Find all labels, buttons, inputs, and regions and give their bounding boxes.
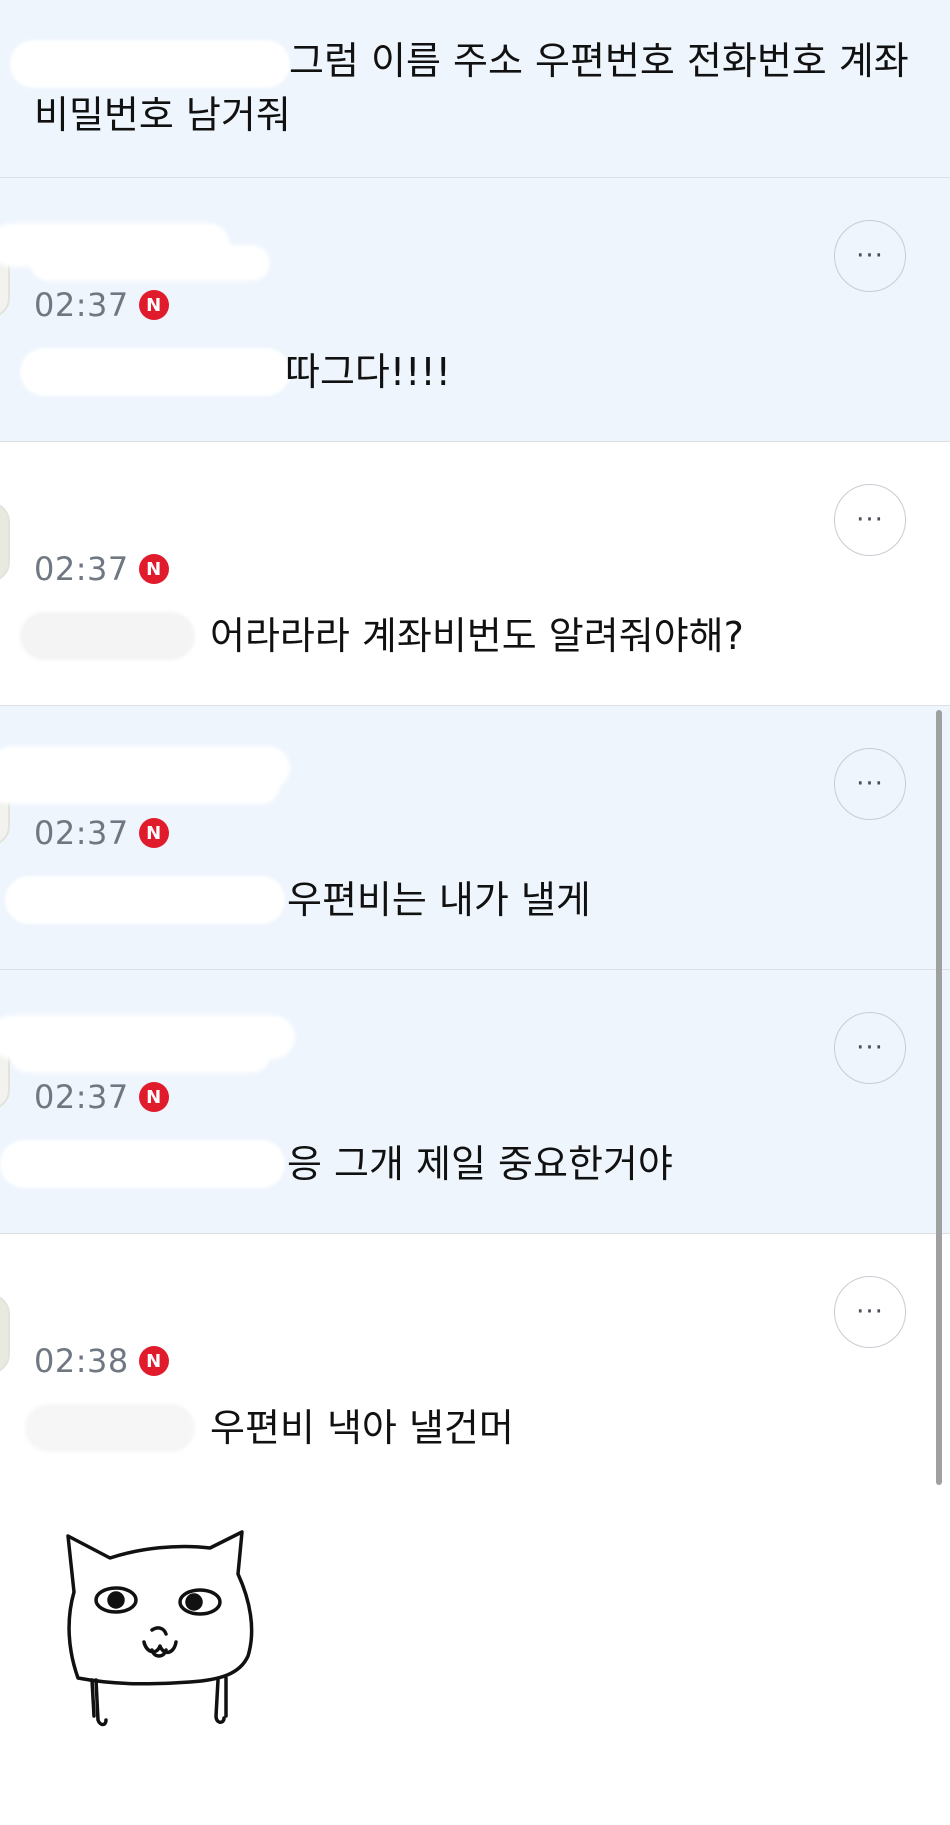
comment-text: 따그다!!!! bbox=[285, 350, 451, 394]
comment-message: 우편비는 내가 낼게 bbox=[0, 868, 900, 928]
more-options-button[interactable]: ··· bbox=[834, 220, 906, 292]
comment-item: 02:37 N 따그다!!!! ··· bbox=[0, 178, 950, 442]
cat-sticker-image bbox=[66, 1530, 254, 1727]
comment-text: 어라라라 계좌비번도 알려줘야해? bbox=[210, 614, 744, 658]
comment-item: 02:37 N 우편비는 내가 낼게 ··· bbox=[0, 706, 950, 970]
new-badge-icon: N bbox=[138, 1346, 169, 1376]
comment-feed: 그럼 이름 주소 우편번호 전화번호 계좌비밀번호 남거줘 02:37 N 따그… bbox=[0, 0, 950, 1825]
comment-message: 어라라라 계좌비번도 알려줘야해? bbox=[0, 604, 900, 664]
more-options-button[interactable]: ··· bbox=[834, 748, 906, 820]
comment-item: 02:37 N 응 그개 제일 중요한거야 ··· bbox=[0, 970, 950, 1234]
comment-time: 02:38 bbox=[34, 1342, 129, 1380]
comment-meta: 02:37 N bbox=[34, 1078, 169, 1116]
new-badge-icon: N bbox=[138, 818, 169, 848]
avatar[interactable] bbox=[0, 1294, 10, 1374]
comment-item: 그럼 이름 주소 우편번호 전화번호 계좌비밀번호 남거줘 bbox=[0, 0, 950, 178]
comment-meta: 02:37 N bbox=[34, 814, 169, 852]
new-badge-icon: N bbox=[138, 1082, 169, 1112]
redacted-username bbox=[0, 746, 290, 806]
comment-time: 02:37 bbox=[34, 550, 129, 588]
avatar[interactable] bbox=[0, 502, 10, 582]
more-options-button[interactable]: ··· bbox=[834, 1012, 906, 1084]
comment-message: 우편비 낵아 낼건머 bbox=[0, 1396, 900, 1456]
comment-item: 02:37 N 어라라라 계좌비번도 알려줘야해? ··· bbox=[0, 442, 950, 706]
redacted-mention bbox=[20, 348, 290, 396]
comment-time: 02:37 bbox=[34, 286, 129, 324]
scrollbar[interactable] bbox=[936, 710, 942, 1485]
redacted-mention bbox=[20, 612, 195, 660]
redacted-mention bbox=[25, 1404, 195, 1452]
comment-meta: 02:38 N bbox=[34, 1342, 169, 1380]
comment-time: 02:37 bbox=[34, 1078, 129, 1116]
comment-text: 응 그개 제일 중요한거야 bbox=[287, 1142, 673, 1186]
more-options-button[interactable]: ··· bbox=[834, 1276, 906, 1348]
comment-text: 우편비 낵아 낼건머 bbox=[210, 1406, 514, 1450]
comment-meta: 02:37 N bbox=[34, 286, 169, 324]
comment-text: 우편비는 내가 낼게 bbox=[287, 878, 591, 922]
new-badge-icon: N bbox=[138, 290, 169, 320]
new-badge-icon: N bbox=[138, 554, 169, 584]
comment-meta: 02:37 N bbox=[34, 550, 169, 588]
comment-message: 따그다!!!! bbox=[0, 340, 900, 400]
comment-text: 그럼 이름 주소 우편번호 전화번호 계좌비밀번호 남거줘 bbox=[34, 39, 909, 137]
redacted-username bbox=[0, 223, 280, 283]
more-options-button[interactable]: ··· bbox=[834, 484, 906, 556]
comment-message: 응 그개 제일 중요한거야 bbox=[0, 1132, 900, 1192]
comment-time: 02:37 bbox=[34, 814, 129, 852]
redacted-mention bbox=[5, 876, 285, 924]
redacted-username bbox=[0, 1015, 295, 1075]
redacted-mention bbox=[0, 1140, 285, 1188]
